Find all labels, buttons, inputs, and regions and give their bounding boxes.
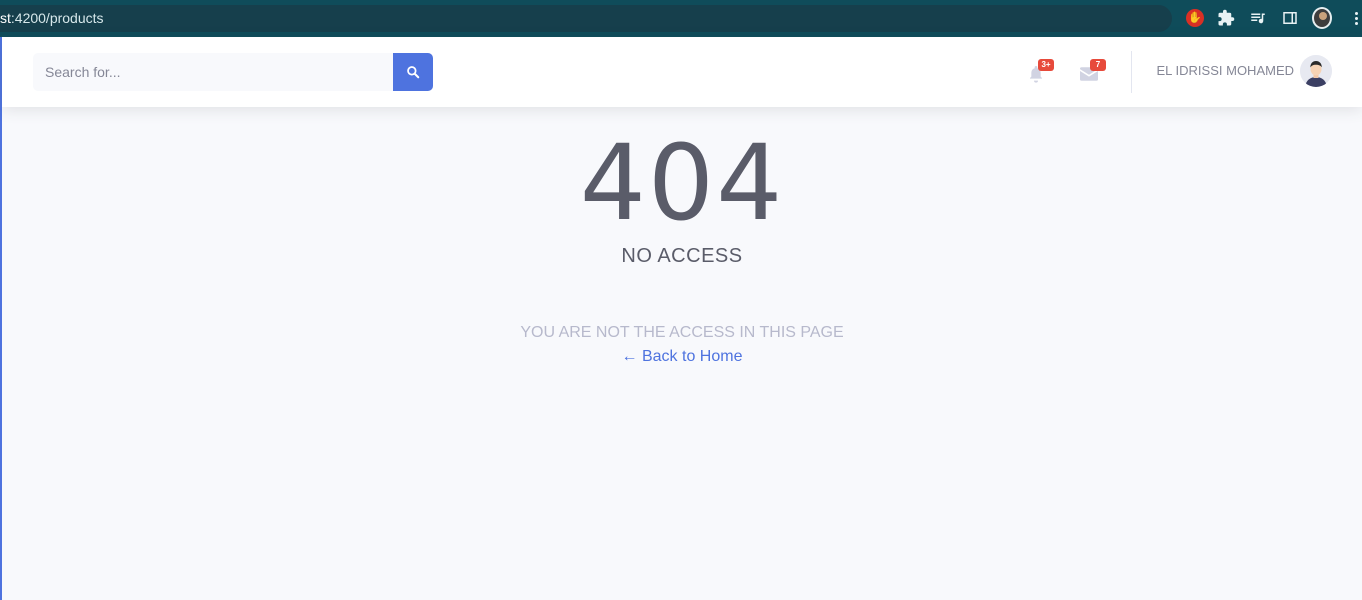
- error-title: NO ACCESS: [621, 245, 743, 267]
- user-avatar[interactable]: [1300, 55, 1332, 87]
- browser-toolbar: st:4200/products ✋: [0, 0, 1362, 37]
- side-panel-icon[interactable]: [1280, 8, 1300, 28]
- error-message: YOU ARE NOT THE ACCESS IN THIS PAGE: [520, 324, 844, 341]
- media-icon[interactable]: [1248, 8, 1268, 28]
- puzzle-icon[interactable]: [1216, 8, 1236, 28]
- block-extension-icon[interactable]: ✋: [1185, 8, 1205, 28]
- search-form: [33, 53, 433, 91]
- messages-badge: 7: [1090, 59, 1106, 71]
- back-to-home-link[interactable]: ← Back to Home: [2, 348, 1362, 366]
- topbar-divider: [1131, 51, 1132, 93]
- search-input[interactable]: [33, 53, 393, 91]
- app-frame: 3+ 7 EL IDRISSI MOHAMED 404 NO ACCESS YO…: [0, 37, 1362, 600]
- user-name[interactable]: EL IDRISSI MOHAMED: [1157, 63, 1294, 78]
- search-icon: [407, 66, 420, 79]
- kebab-menu-icon[interactable]: [1346, 8, 1362, 28]
- address-bar-url[interactable]: st:4200/products: [0, 10, 104, 26]
- address-bar[interactable]: [0, 5, 1172, 32]
- profile-icon[interactable]: [1312, 7, 1332, 29]
- error-code: 404: [579, 122, 785, 244]
- search-button[interactable]: [393, 53, 433, 91]
- alerts-dropdown[interactable]: 3+: [1028, 59, 1054, 83]
- alerts-badge: 3+: [1038, 59, 1054, 71]
- topbar: 3+ 7 EL IDRISSI MOHAMED: [2, 37, 1362, 107]
- messages-dropdown[interactable]: 7: [1080, 59, 1106, 83]
